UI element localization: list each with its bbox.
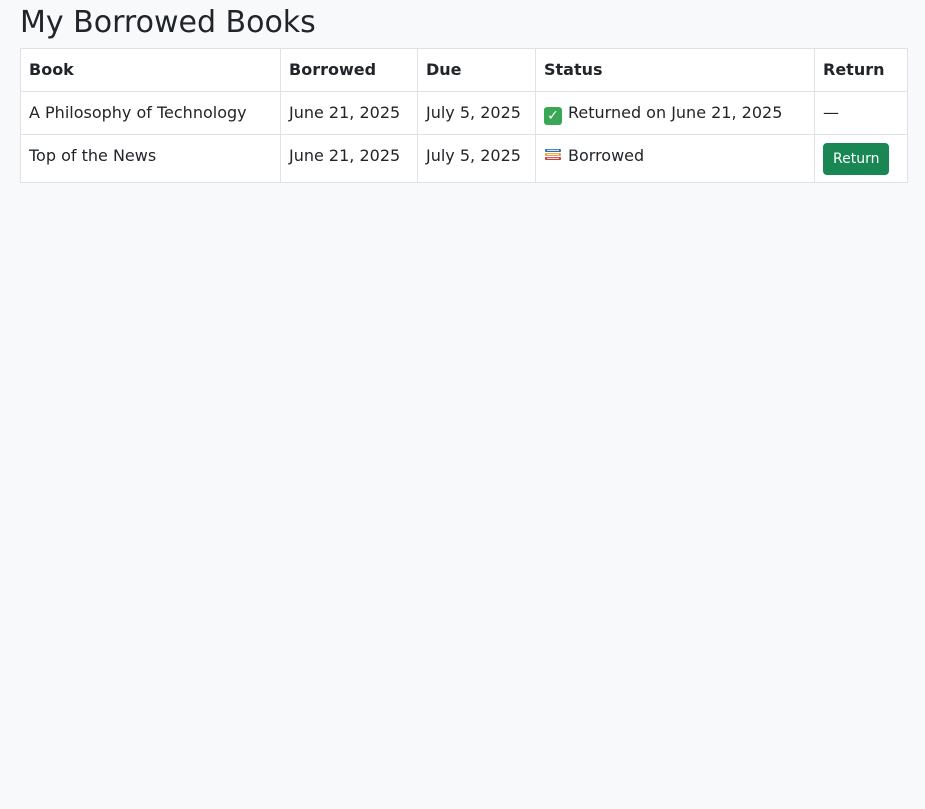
table-header-row: Book Borrowed Due Status Return: [20, 48, 908, 92]
return-button[interactable]: Return: [823, 143, 890, 175]
cell-due: July 5, 2025: [417, 134, 536, 183]
header-return: Return: [814, 48, 908, 92]
cell-return: —: [814, 91, 908, 135]
page: My Borrowed Books Book Borrowed Due Stat…: [0, 0, 925, 183]
header-book: Book: [20, 48, 281, 92]
cell-book: Top of the News: [20, 134, 281, 183]
table-row: A Philosophy of Technology June 21, 2025…: [20, 91, 908, 135]
header-status: Status: [535, 48, 815, 92]
table-row: Top of the News June 21, 2025 July 5, 20…: [20, 134, 908, 183]
status-text: Returned on June 21, 2025: [568, 103, 783, 122]
status-text: Borrowed: [568, 146, 645, 165]
header-due: Due: [417, 48, 536, 92]
cell-status: Borrowed: [535, 134, 815, 183]
borrowed-books-table: Book Borrowed Due Status Return A Philos…: [20, 48, 908, 183]
check-icon: ✓: [544, 92, 562, 134]
books-icon: [544, 135, 562, 177]
cell-status: ✓ Returned on June 21, 2025: [535, 91, 815, 135]
header-borrowed: Borrowed: [280, 48, 418, 92]
cell-book: A Philosophy of Technology: [20, 91, 281, 135]
cell-borrowed: June 21, 2025: [280, 134, 418, 183]
cell-due: July 5, 2025: [417, 91, 536, 135]
cell-borrowed: June 21, 2025: [280, 91, 418, 135]
cell-return: Return: [814, 134, 908, 183]
page-title: My Borrowed Books: [20, 5, 316, 40]
